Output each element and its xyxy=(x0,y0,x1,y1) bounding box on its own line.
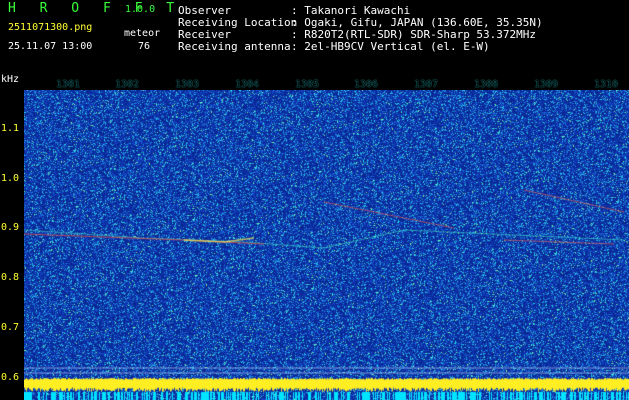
x-tick-label: 1308 xyxy=(474,79,499,90)
meteor-label: meteor xyxy=(124,28,161,39)
x-tick-label: 1307 xyxy=(414,79,439,90)
x-tick-label: 1302 xyxy=(115,79,140,90)
x-tick-label: 1304 xyxy=(235,79,260,90)
app-version: 1.0.0 xyxy=(125,4,156,15)
date-time: 25.11.07 13:00 xyxy=(8,41,93,52)
y-tick-label: 0.8 xyxy=(1,272,20,283)
info-row-antenna: Receiving antenna xyxy=(178,41,291,53)
x-tick-label: 1303 xyxy=(175,79,200,90)
x-tick-label: 1306 xyxy=(354,79,379,90)
x-tick-label: 1310 xyxy=(594,79,619,90)
header-panel: H R O F F T 1.0.0 2511071300.png meteor … xyxy=(0,0,629,76)
y-tick-label: 0.9 xyxy=(1,222,20,233)
spectrogram-area: kHz 1.1 1.0 0.9 0.8 0.7 0.6 1301 1302 1303 1304 1… xyxy=(0,74,629,400)
x-tick-label: 1305 xyxy=(295,79,320,90)
spectrogram-canvas xyxy=(24,90,629,400)
y-tick-label: 1.1 xyxy=(1,123,20,134)
y-tick-label: 0.7 xyxy=(1,322,20,333)
y-axis-unit: kHz xyxy=(1,74,20,85)
info-value: 2el-HB9CV Vertical (el. E-W) xyxy=(304,40,490,53)
y-axis: kHz 1.1 1.0 0.9 0.8 0.7 0.6 xyxy=(0,74,24,400)
x-tick-label: 1301 xyxy=(56,79,81,90)
x-tick-label: 1309 xyxy=(534,79,559,90)
app-logo: H R O F F T xyxy=(8,1,183,16)
y-tick-label: 0.6 xyxy=(1,372,20,383)
file-name: 2511071300.png xyxy=(8,22,93,33)
meteor-count: 76 xyxy=(138,41,151,52)
y-tick-label: 1.0 xyxy=(1,173,20,184)
info-sep: : 2el-HB9CV Vertical (el. E-W) xyxy=(291,40,490,53)
info-label: Receiving antenna xyxy=(178,40,291,53)
